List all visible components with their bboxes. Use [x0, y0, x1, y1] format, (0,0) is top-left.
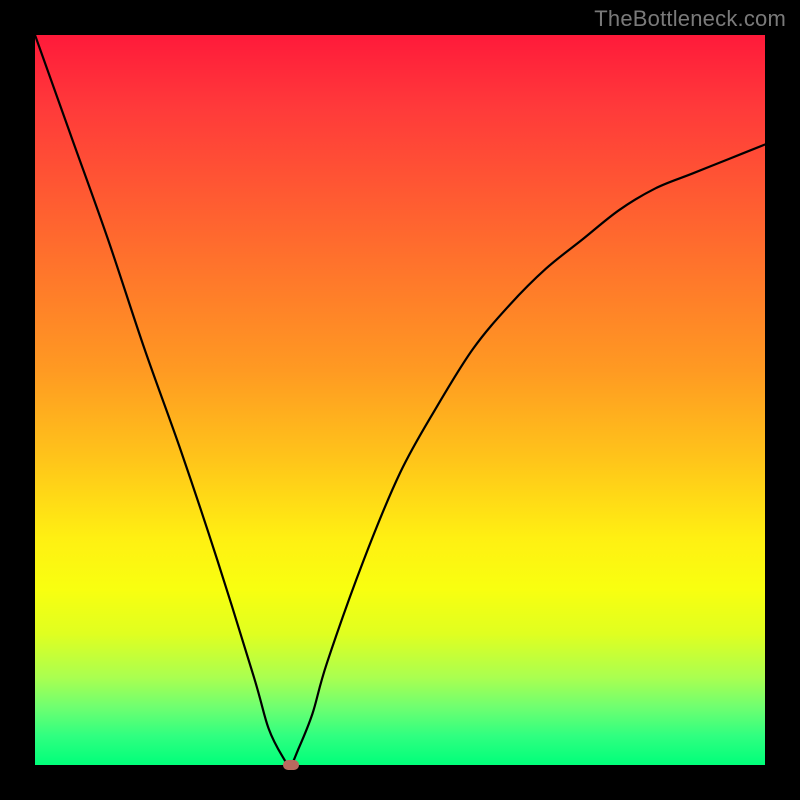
chart-frame: TheBottleneck.com — [0, 0, 800, 800]
bottleneck-curve — [35, 35, 765, 765]
plot-area — [35, 35, 765, 765]
minimum-marker — [283, 760, 299, 770]
watermark-label: TheBottleneck.com — [594, 6, 786, 32]
curve-svg — [35, 35, 765, 765]
